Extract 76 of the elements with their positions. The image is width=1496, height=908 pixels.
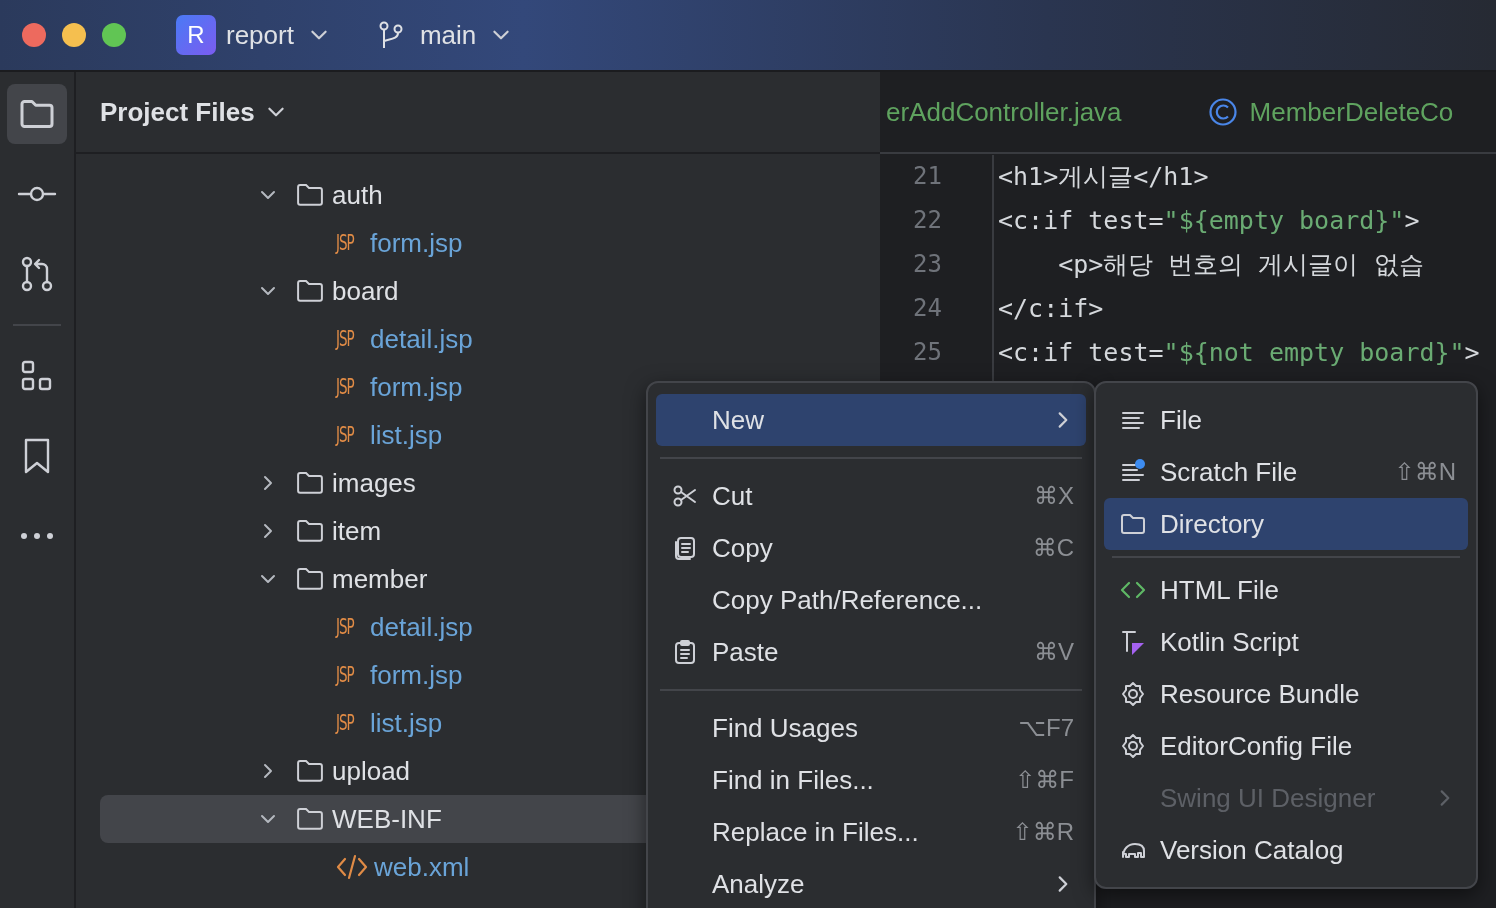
copy-icon bbox=[672, 535, 698, 561]
folder-icon bbox=[296, 183, 324, 207]
structure-icon bbox=[20, 359, 54, 393]
code-line: <c:if test="${not empty board}"> bbox=[998, 337, 1480, 367]
branch-name[interactable]: main bbox=[419, 19, 477, 51]
shortcut-label: ⇧⌘F bbox=[1015, 766, 1074, 794]
xml-file-icon bbox=[336, 854, 368, 880]
shortcut-label: ⌘C bbox=[1032, 534, 1074, 562]
menu-item[interactable]: Kotlin Script bbox=[1104, 616, 1468, 668]
kotlin-script-icon bbox=[1120, 629, 1146, 655]
tool-window-button[interactable] bbox=[7, 84, 67, 144]
project-badge: R bbox=[176, 15, 216, 55]
menu-item[interactable]: Resource Bundle bbox=[1104, 668, 1468, 720]
jsp-file-icon: JSP bbox=[336, 374, 362, 400]
pull-request-icon bbox=[19, 255, 55, 293]
menu-item[interactable]: Directory bbox=[1104, 498, 1468, 550]
tree-item[interactable]: JSP detail.jsp bbox=[100, 315, 880, 363]
shortcut-label: ⇧⌘R bbox=[1012, 818, 1074, 846]
jsp-file-icon: JSP bbox=[336, 710, 362, 736]
branch-icon bbox=[377, 21, 404, 49]
shortcut-label: ⇧⌘N bbox=[1394, 458, 1456, 486]
panel-title[interactable]: Project Files bbox=[100, 96, 255, 128]
line-number: 23 bbox=[912, 250, 942, 278]
menu-item[interactable]: Analyze bbox=[656, 858, 1086, 908]
tree-item[interactable]: auth bbox=[100, 171, 880, 219]
bookmark-icon bbox=[22, 437, 52, 475]
menu-item[interactable]: Scratch File ⇧⌘N bbox=[1104, 446, 1468, 498]
menu-item[interactable]: File bbox=[1104, 394, 1468, 446]
menu-item[interactable]: Copy ⌘C bbox=[656, 522, 1086, 574]
code-line: <c:if test="${empty board}"> bbox=[998, 205, 1420, 235]
gear-icon bbox=[1120, 681, 1146, 707]
close-button[interactable] bbox=[22, 23, 46, 47]
clipboard-icon bbox=[672, 639, 698, 665]
code-line: <h1>게시글</h1> bbox=[998, 160, 1209, 193]
zoom-button[interactable] bbox=[102, 23, 126, 47]
code-line: </c:if> bbox=[998, 293, 1104, 323]
folder-icon bbox=[19, 99, 55, 129]
jsp-file-icon: JSP bbox=[336, 662, 362, 688]
folder-icon bbox=[296, 807, 324, 831]
class-icon bbox=[1207, 97, 1238, 127]
gear-icon bbox=[1120, 733, 1146, 759]
folder-icon bbox=[1120, 511, 1146, 537]
line-number: 25 bbox=[912, 338, 942, 366]
menu-item[interactable]: Paste ⌘V bbox=[656, 626, 1086, 678]
line-number: 22 bbox=[912, 206, 942, 234]
scissors-icon bbox=[672, 483, 698, 509]
menu-item[interactable]: Cut ⌘X bbox=[656, 470, 1086, 522]
project-name[interactable]: report bbox=[226, 19, 294, 51]
editor-tab[interactable]: erAddController.java bbox=[880, 96, 1162, 128]
tree-item[interactable]: JSP form.jsp bbox=[100, 219, 880, 267]
editor-tab[interactable]: MemberDeleteCo bbox=[1161, 96, 1494, 128]
tree-item[interactable]: board bbox=[100, 267, 880, 315]
jsp-file-icon: JSP bbox=[336, 326, 362, 352]
folder-icon bbox=[296, 279, 324, 303]
menu-item[interactable]: EditorConfig File bbox=[1104, 720, 1468, 772]
minimize-button[interactable] bbox=[62, 23, 86, 47]
menu-item[interactable]: New bbox=[656, 394, 1086, 446]
jsp-file-icon: JSP bbox=[336, 614, 362, 640]
commit-icon bbox=[17, 184, 57, 204]
menu-item[interactable]: HTML File bbox=[1104, 564, 1468, 616]
shortcut-label: ⌘V bbox=[1034, 638, 1074, 666]
folder-icon bbox=[296, 759, 324, 783]
jsp-file-icon: JSP bbox=[336, 230, 362, 256]
menu-item[interactable]: Find Usages ⌥F7 bbox=[656, 702, 1086, 754]
folder-icon bbox=[296, 471, 324, 495]
menu-item[interactable]: Version Catalog bbox=[1104, 824, 1468, 876]
line-number: 24 bbox=[912, 294, 942, 322]
menu-item[interactable]: Copy Path/Reference... bbox=[656, 574, 1086, 626]
more-icon bbox=[20, 532, 54, 540]
shortcut-label: ⌥F7 bbox=[1018, 714, 1074, 742]
folder-icon bbox=[296, 567, 324, 591]
line-number: 21 bbox=[912, 162, 942, 190]
jsp-file-icon: JSP bbox=[336, 422, 362, 448]
code-line: <p>해당 번호의 게시글이 없습 bbox=[1057, 248, 1424, 281]
shortcut-label: ⌘X bbox=[1034, 482, 1074, 510]
folder-icon bbox=[296, 519, 324, 543]
